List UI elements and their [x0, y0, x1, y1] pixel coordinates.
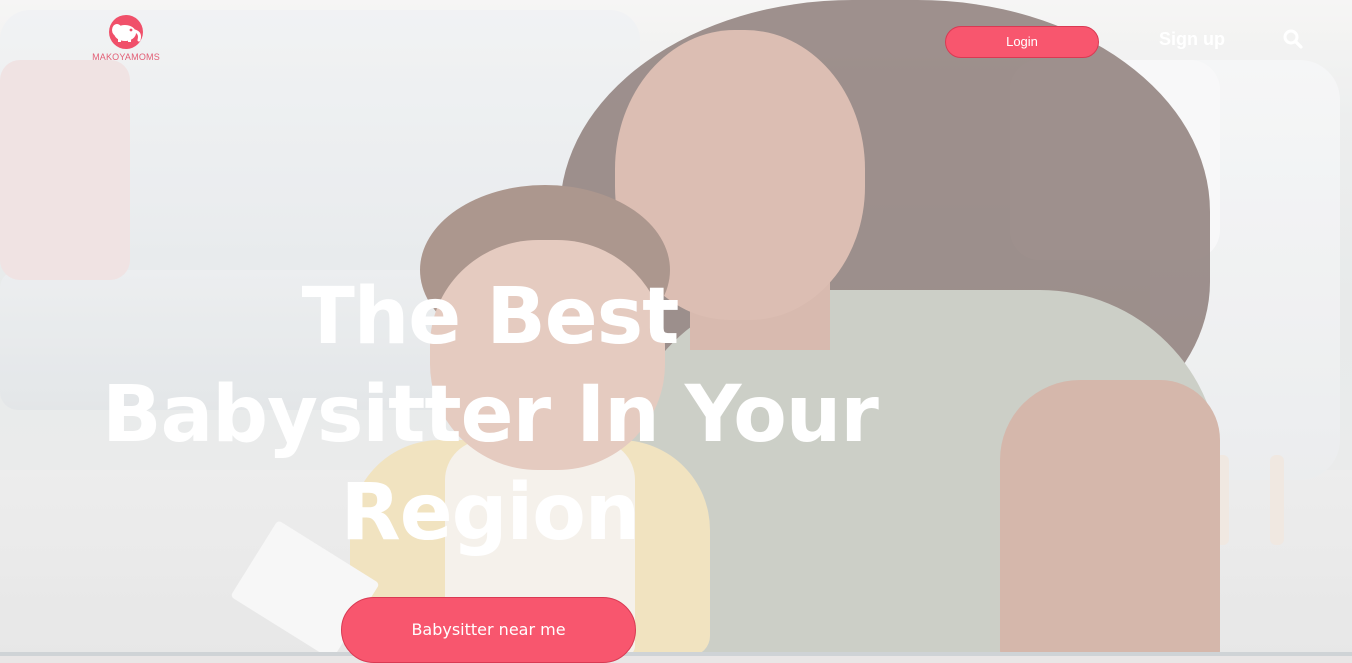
hero-title-line-3: Region [340, 468, 641, 558]
hero-title-line-2: Babysitter In Your [102, 370, 879, 460]
hero-title: The Best Babysitter In Your Region [100, 268, 880, 562]
elephant-icon [109, 15, 143, 49]
hero-title-line-1: The Best [301, 272, 680, 362]
login-button[interactable]: Login [945, 26, 1099, 58]
search-icon[interactable] [1283, 29, 1303, 49]
babysitter-near-me-button[interactable]: Babysitter near me [341, 597, 636, 663]
brand-logo[interactable]: MAKOYAMOMS [86, 14, 166, 62]
cta-label: Babysitter near me [411, 620, 566, 639]
signup-link[interactable]: Sign up [1159, 28, 1225, 50]
brand-name: MAKOYAMOMS [92, 52, 160, 62]
